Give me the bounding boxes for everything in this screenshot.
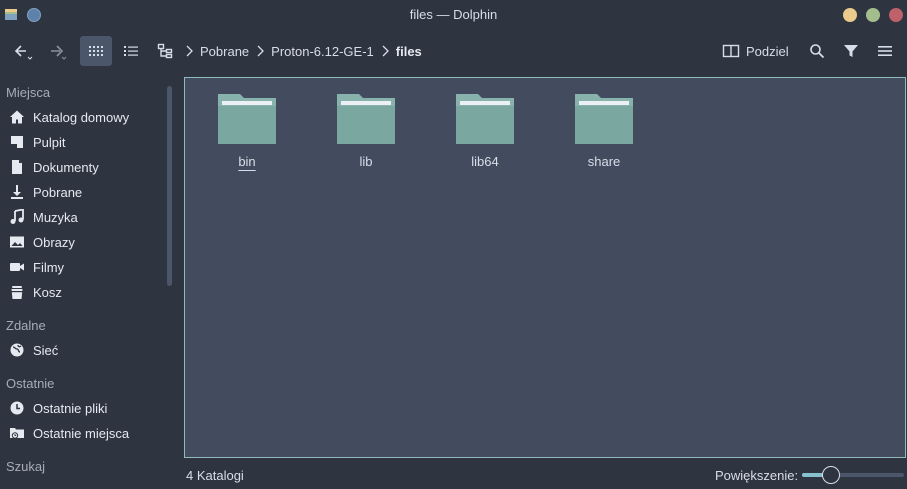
sidebar-item-documents[interactable]: Dokumenty [0, 155, 158, 179]
filter-button[interactable] [840, 36, 862, 66]
search-button[interactable] [806, 36, 828, 66]
sidebar-item-label: Pobrane [33, 184, 83, 200]
menu-button[interactable] [874, 36, 896, 66]
sidebar-item-videos[interactable]: Filmy [0, 255, 158, 279]
forward-button[interactable] [42, 36, 72, 66]
arrow-left-icon [14, 45, 33, 60]
status-bar: 4 Katalogi Powiększenie: [184, 458, 907, 489]
home-icon [8, 108, 26, 126]
file-view[interactable]: bin lib lib64 share [184, 77, 906, 458]
zoom-label: Powiększenie: [715, 468, 799, 483]
list-view-icon [124, 46, 138, 56]
file-name: bin [238, 154, 256, 169]
sidebar-item-label: Sieć [33, 342, 59, 358]
minimize-button[interactable] [843, 8, 857, 22]
sidebar-scrollbar-thumb[interactable] [167, 86, 172, 286]
sidebar-item-trash[interactable]: Kosz [0, 280, 158, 304]
chevron-right-icon [255, 45, 265, 57]
breadcrumb: Pobrane Proton-6.12-GE-1 files [184, 36, 428, 66]
split-view-icon [722, 44, 740, 58]
music-icon [8, 208, 26, 226]
file-name: lib [359, 154, 373, 169]
section-label-recent: Ostatnie [6, 376, 55, 391]
trash-icon [8, 283, 26, 301]
sidebar-item-label: Kosz [33, 284, 62, 300]
sidebar-item-music[interactable]: Muzyka [0, 205, 158, 229]
close-button[interactable] [889, 8, 903, 22]
zoom-slider-handle[interactable] [821, 466, 840, 484]
sidebar-item-home[interactable]: Katalog domowy [0, 105, 158, 129]
toolbar: Pobrane Proton-6.12-GE-1 files Podziel [0, 30, 907, 74]
breadcrumb-item-pobrane[interactable]: Pobrane [194, 44, 255, 59]
hamburger-menu-icon [878, 46, 892, 56]
view-icons-button[interactable] [80, 36, 112, 66]
sidebar-item-label: Obrazy [33, 234, 75, 250]
sidebar-item-recent-files[interactable]: Ostatnie pliki [0, 396, 158, 420]
search-icon [810, 44, 825, 59]
recent-places-icon [8, 424, 26, 442]
places-panel: Miejsca Katalog domowy Pulpit Dokumenty … [0, 76, 158, 489]
desktop-icon [8, 133, 26, 151]
chevron-right-icon [184, 45, 194, 57]
view-details-button[interactable] [116, 36, 146, 66]
grid-view-icon [89, 46, 103, 56]
section-label-search: Szukaj [6, 459, 46, 474]
network-icon [8, 341, 26, 359]
sidebar-item-pictures[interactable]: Obrazy [0, 230, 158, 254]
sidebar-item-label: Ostatnie pliki [33, 400, 108, 416]
sidebar-item-label: Muzyka [33, 209, 78, 225]
sidebar-item-label: Dokumenty [33, 159, 99, 175]
section-label-places: Miejsca [6, 85, 51, 100]
sidebar-item-downloads[interactable]: Pobrane [0, 180, 158, 204]
sidebar-item-recent-places[interactable]: Ostatnie miejsca [0, 421, 158, 445]
split-button[interactable]: Podziel [722, 36, 789, 66]
video-icon [8, 258, 26, 276]
zoom-slider[interactable] [802, 473, 904, 477]
folder-icon [337, 94, 395, 144]
recent-files-icon [8, 399, 26, 417]
folder-item[interactable]: lib [316, 92, 416, 169]
download-icon [8, 183, 26, 201]
section-label-remote: Zdalne [6, 318, 46, 333]
sidebar-item-label: Katalog domowy [33, 109, 130, 125]
window-title: files — Dolphin [409, 7, 498, 22]
document-icon [8, 158, 26, 176]
sidebar-item-label: Filmy [33, 259, 65, 275]
breadcrumb-item-files[interactable]: files [390, 44, 428, 59]
folder-item[interactable]: lib64 [435, 92, 535, 169]
folder-item[interactable]: share [554, 92, 654, 169]
file-name: lib64 [471, 154, 499, 169]
filter-icon [844, 45, 858, 57]
file-name: share [587, 154, 621, 169]
back-button[interactable] [8, 36, 38, 66]
sidebar-item-label: Ostatnie miejsca [33, 425, 130, 441]
image-icon [8, 233, 26, 251]
folder-icon [575, 94, 633, 144]
folder-icon [456, 94, 514, 144]
sidebar-item-network[interactable]: Sieć [0, 338, 158, 362]
arrow-right-icon [51, 45, 67, 60]
maximize-button[interactable] [866, 8, 880, 22]
sidebar-item-desktop[interactable]: Pulpit [0, 130, 158, 154]
chevron-right-icon [380, 45, 390, 57]
split-label: Podziel [746, 43, 789, 59]
status-summary: 4 Katalogi [186, 468, 244, 483]
folder-icon [218, 94, 276, 144]
tree-view-icon [157, 43, 173, 59]
view-tree-button[interactable] [152, 36, 178, 66]
breadcrumb-item-proton[interactable]: Proton-6.12-GE-1 [265, 44, 380, 59]
folder-item[interactable]: bin [197, 92, 297, 169]
sidebar-item-label: Pulpit [33, 134, 66, 150]
title-bar: files — Dolphin [0, 0, 907, 30]
